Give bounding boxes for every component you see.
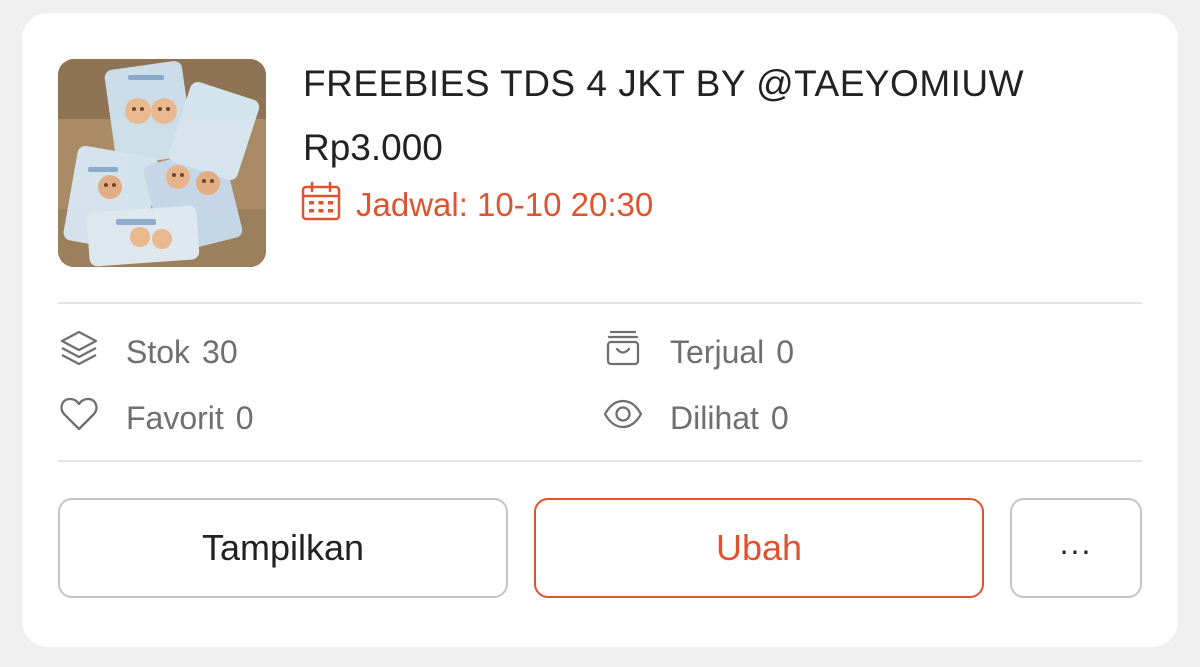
stat-sold: Terjual 0: [602, 330, 794, 374]
product-thumbnail[interactable]: [58, 59, 266, 267]
divider: [58, 460, 1142, 462]
layers-icon: [58, 327, 126, 377]
stat-favorite: Favorit 0: [58, 396, 254, 440]
divider: [58, 302, 1142, 304]
stat-stock-value: 30: [202, 333, 238, 370]
more-options-button[interactable]: ...: [1010, 498, 1142, 598]
stat-sold-value: 0: [776, 333, 795, 370]
stat-stock-label: Stok: [126, 333, 191, 370]
stat-views-value: 0: [770, 399, 789, 436]
heart-icon: [58, 393, 126, 443]
calendar-icon: [300, 180, 356, 230]
stat-sold-label: Terjual: [670, 333, 765, 370]
stat-views: Dilihat 0: [602, 396, 789, 440]
stat-views-label: Dilihat: [670, 399, 759, 436]
product-price: Rp3.000: [303, 127, 443, 168]
schedule-info: Jadwal: 10-10 20:30: [300, 180, 654, 230]
schedule-label: Jadwal: 10-10 20:30: [356, 186, 654, 223]
eye-icon: [602, 393, 670, 443]
stat-stock: Stok 30: [58, 330, 238, 374]
stat-favorite-label: Favorit: [126, 399, 224, 436]
show-button[interactable]: Tampilkan: [58, 498, 508, 598]
edit-button[interactable]: Ubah: [534, 498, 984, 598]
product-title: FREEBIES TDS 4 JKT BY @TAEYOMIUW: [303, 63, 1025, 104]
product-card: FREEBIES TDS 4 JKT BY @TAEYOMIUW Rp3.000…: [22, 13, 1178, 647]
shopping-bag-icon: [602, 327, 670, 377]
stat-favorite-value: 0: [235, 399, 254, 436]
